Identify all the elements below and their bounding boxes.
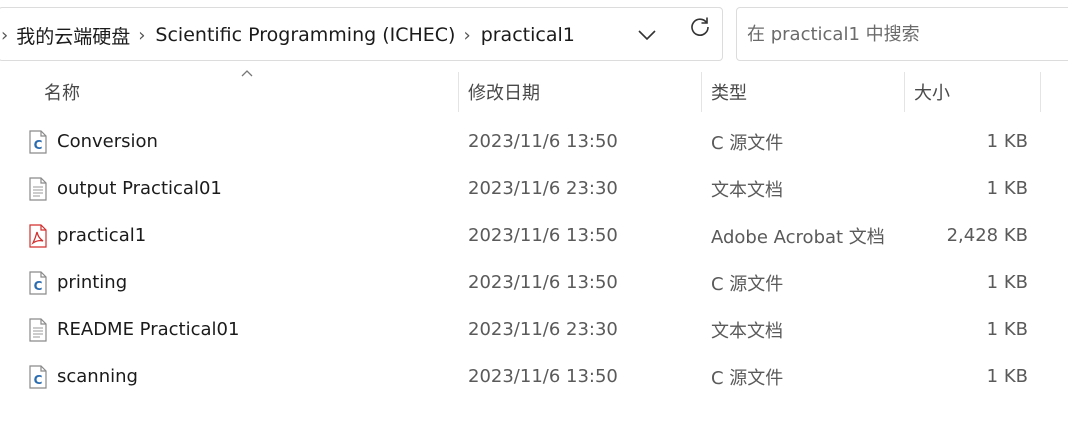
c-source-file-icon: C (29, 365, 47, 389)
file-name[interactable]: scanning (57, 353, 138, 400)
c-source-file-icon: C (29, 130, 47, 154)
file-name[interactable]: output Practical01 (57, 165, 222, 212)
text-document-icon (29, 318, 47, 342)
breadcrumb-item-current[interactable]: practical1 (481, 24, 575, 46)
file-type: 文本文档 (711, 320, 783, 342)
file-date: 2023/11/6 23:30 (468, 178, 618, 199)
file-date: 2023/11/6 13:50 (468, 131, 618, 152)
file-type: Adobe Acrobat 文档 (711, 226, 885, 248)
file-size: 1 KB (986, 131, 1028, 152)
column-header-date[interactable]: 修改日期 (468, 70, 540, 114)
file-row[interactable]: C printing 2023/11/6 13:50 C 源文件 1 KB (0, 259, 1068, 306)
file-type: C 源文件 (711, 132, 784, 154)
search-input[interactable] (747, 8, 1067, 60)
breadcrumb[interactable]: › 我的云端硬盘 › Scientific Programming (ICHEC… (0, 7, 723, 61)
column-divider[interactable] (701, 72, 702, 112)
refresh-icon (691, 17, 709, 36)
column-header-type[interactable]: 类型 (711, 70, 747, 114)
file-type: C 源文件 (711, 273, 784, 295)
address-bar: › 我的云端硬盘 › Scientific Programming (ICHEC… (0, 0, 1068, 68)
breadcrumb-chevron-icon[interactable]: › (0, 25, 16, 46)
svg-text:C: C (34, 373, 43, 387)
file-name[interactable]: practical1 (57, 212, 146, 259)
file-name[interactable]: README Practical01 (57, 306, 239, 353)
file-date: 2023/11/6 13:50 (468, 366, 618, 387)
history-dropdown-button[interactable] (630, 20, 664, 50)
column-header: 名称 修改日期 类型 大小 (0, 70, 1068, 114)
file-size: 1 KB (986, 178, 1028, 199)
file-name[interactable]: Conversion (57, 118, 158, 165)
pdf-file-icon (29, 224, 47, 248)
column-divider[interactable] (904, 72, 905, 112)
breadcrumb-chevron-icon[interactable]: › (130, 25, 155, 46)
breadcrumb-chevron-icon[interactable]: › (455, 25, 480, 46)
chevron-down-icon (638, 30, 656, 41)
file-type: C 源文件 (711, 367, 784, 389)
c-source-file-icon: C (29, 271, 47, 295)
search-box[interactable] (736, 7, 1068, 61)
file-row[interactable]: C scanning 2023/11/6 13:50 C 源文件 1 KB (0, 353, 1068, 400)
file-row[interactable]: output Practical01 2023/11/6 23:30 文本文档 … (0, 165, 1068, 212)
column-divider[interactable] (1040, 72, 1041, 112)
text-document-icon (29, 177, 47, 201)
file-size: 2,428 KB (946, 225, 1028, 246)
file-name[interactable]: printing (57, 259, 127, 306)
svg-text:C: C (34, 138, 43, 152)
file-size: 1 KB (986, 272, 1028, 293)
file-size: 1 KB (986, 319, 1028, 340)
file-type: 文本文档 (711, 179, 783, 201)
file-list: C Conversion 2023/11/6 13:50 C 源文件 1 KB … (0, 118, 1068, 400)
file-row[interactable]: README Practical01 2023/11/6 23:30 文本文档 … (0, 306, 1068, 353)
file-row[interactable]: C Conversion 2023/11/6 13:50 C 源文件 1 KB (0, 118, 1068, 165)
column-divider[interactable] (458, 72, 459, 112)
file-date: 2023/11/6 13:50 (468, 272, 618, 293)
file-date: 2023/11/6 13:50 (468, 225, 618, 246)
file-row[interactable]: practical1 2023/11/6 13:50 Adobe Acrobat… (0, 212, 1068, 259)
svg-text:C: C (34, 279, 43, 293)
column-header-size[interactable]: 大小 (914, 70, 950, 114)
sort-ascending-icon (241, 70, 253, 77)
column-header-name[interactable]: 名称 (44, 70, 80, 114)
file-size: 1 KB (986, 366, 1028, 387)
breadcrumb-item-course[interactable]: Scientific Programming (ICHEC) (155, 24, 455, 46)
file-date: 2023/11/6 23:30 (468, 319, 618, 340)
breadcrumb-item-drive[interactable]: 我的云端硬盘 (16, 22, 130, 49)
refresh-button[interactable] (683, 12, 717, 42)
